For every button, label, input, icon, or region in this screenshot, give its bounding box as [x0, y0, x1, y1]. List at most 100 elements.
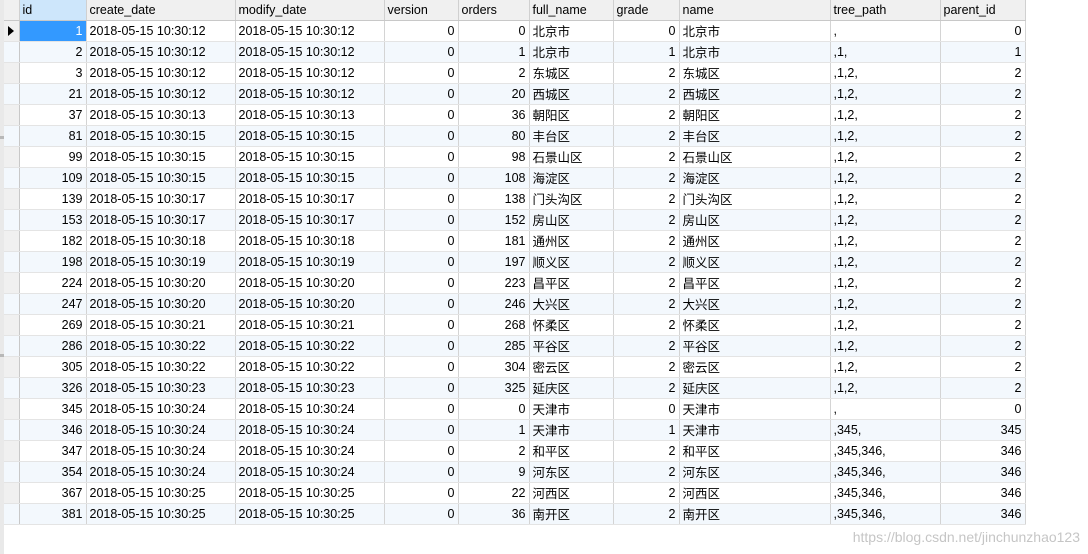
cell-full-name[interactable]: 门头沟区: [529, 188, 614, 210]
row-selector[interactable]: [4, 314, 20, 336]
cell-id[interactable]: 326: [19, 377, 87, 399]
cell-parent-id[interactable]: 2: [940, 314, 1026, 336]
cell-version[interactable]: 0: [384, 440, 459, 462]
cell-modify-date[interactable]: 2018-05-15 10:30:24: [235, 440, 385, 462]
table-row[interactable]: 326 2018-05-15 10:30:23 2018-05-15 10:30:2…: [4, 377, 1026, 399]
cell-create-date[interactable]: 2018-05-15 10:30:24: [86, 440, 236, 462]
cell-create-date[interactable]: 2018-05-15 10:30:23: [86, 377, 236, 399]
cell-id[interactable]: 139: [19, 188, 87, 210]
table-row[interactable]: 182 2018-05-15 10:30:18 2018-05-15 10:30:1…: [4, 230, 1026, 252]
cell-orders[interactable]: 9: [458, 461, 530, 483]
table-row[interactable]: 367 2018-05-15 10:30:25 2018-05-15 10:30:2…: [4, 482, 1026, 504]
cell-grade[interactable]: 2: [613, 83, 680, 105]
cell-version[interactable]: 0: [384, 356, 459, 378]
cell-tree-path[interactable]: ,1,2,: [830, 167, 941, 189]
cell-version[interactable]: 0: [384, 146, 459, 168]
cell-create-date[interactable]: 2018-05-15 10:30:20: [86, 293, 236, 315]
cell-orders[interactable]: 304: [458, 356, 530, 378]
cell-full-name[interactable]: 海淀区: [529, 167, 614, 189]
cell-parent-id[interactable]: 2: [940, 188, 1026, 210]
row-selector[interactable]: [4, 146, 20, 168]
cell-modify-date[interactable]: 2018-05-15 10:30:12: [235, 41, 385, 63]
cell-create-date[interactable]: 2018-05-15 10:30:12: [86, 83, 236, 105]
cell-grade[interactable]: 0: [613, 20, 680, 42]
column-header-orders[interactable]: orders: [458, 0, 530, 21]
cell-id[interactable]: 198: [19, 251, 87, 273]
cell-grade[interactable]: 2: [613, 272, 680, 294]
cell-name[interactable]: 河西区: [679, 482, 831, 504]
cell-version[interactable]: 0: [384, 461, 459, 483]
cell-parent-id[interactable]: 2: [940, 125, 1026, 147]
cell-grade[interactable]: 2: [613, 209, 680, 231]
cell-id[interactable]: 381: [19, 503, 87, 525]
cell-name[interactable]: 石景山区: [679, 146, 831, 168]
cell-name[interactable]: 昌平区: [679, 272, 831, 294]
cell-modify-date[interactable]: 2018-05-15 10:30:15: [235, 125, 385, 147]
cell-create-date[interactable]: 2018-05-15 10:30:12: [86, 20, 236, 42]
cell-create-date[interactable]: 2018-05-15 10:30:15: [86, 167, 236, 189]
cell-modify-date[interactable]: 2018-05-15 10:30:24: [235, 398, 385, 420]
table-row[interactable]: 346 2018-05-15 10:30:24 2018-05-15 10:30:2…: [4, 419, 1026, 441]
cell-tree-path[interactable]: ,1,2,: [830, 356, 941, 378]
cell-create-date[interactable]: 2018-05-15 10:30:18: [86, 230, 236, 252]
cell-id[interactable]: 37: [19, 104, 87, 126]
cell-tree-path[interactable]: ,1,2,: [830, 251, 941, 273]
cell-orders[interactable]: 325: [458, 377, 530, 399]
cell-parent-id[interactable]: 345: [940, 419, 1026, 441]
cell-modify-date[interactable]: 2018-05-15 10:30:12: [235, 83, 385, 105]
cell-version[interactable]: 0: [384, 503, 459, 525]
column-header-create-date[interactable]: create_date: [86, 0, 236, 21]
cell-name[interactable]: 南开区: [679, 503, 831, 525]
cell-version[interactable]: 0: [384, 272, 459, 294]
cell-full-name[interactable]: 北京市: [529, 41, 614, 63]
cell-modify-date[interactable]: 2018-05-15 10:30:22: [235, 356, 385, 378]
row-selector[interactable]: [4, 167, 20, 189]
cell-create-date[interactable]: 2018-05-15 10:30:22: [86, 335, 236, 357]
cell-version[interactable]: 0: [384, 167, 459, 189]
cell-full-name[interactable]: 南开区: [529, 503, 614, 525]
row-selector[interactable]: [4, 62, 20, 84]
cell-modify-date[interactable]: 2018-05-15 10:30:24: [235, 461, 385, 483]
cell-full-name[interactable]: 房山区: [529, 209, 614, 231]
cell-create-date[interactable]: 2018-05-15 10:30:17: [86, 209, 236, 231]
column-header-id[interactable]: id: [19, 0, 87, 21]
cell-parent-id[interactable]: 2: [940, 83, 1026, 105]
cell-grade[interactable]: 2: [613, 104, 680, 126]
cell-parent-id[interactable]: 346: [940, 503, 1026, 525]
cell-full-name[interactable]: 天津市: [529, 419, 614, 441]
cell-parent-id[interactable]: 2: [940, 146, 1026, 168]
cell-name[interactable]: 朝阳区: [679, 104, 831, 126]
cell-tree-path[interactable]: ,345,346,: [830, 440, 941, 462]
cell-tree-path[interactable]: ,1,2,: [830, 335, 941, 357]
cell-id[interactable]: 269: [19, 314, 87, 336]
cell-version[interactable]: 0: [384, 314, 459, 336]
cell-name[interactable]: 海淀区: [679, 167, 831, 189]
cell-grade[interactable]: 2: [613, 314, 680, 336]
cell-grade[interactable]: 2: [613, 356, 680, 378]
cell-version[interactable]: 0: [384, 125, 459, 147]
table-row[interactable]: 99 2018-05-15 10:30:15 2018-05-15 10:30:15…: [4, 146, 1026, 168]
cell-name[interactable]: 北京市: [679, 20, 831, 42]
cell-version[interactable]: 0: [384, 188, 459, 210]
cell-full-name[interactable]: 昌平区: [529, 272, 614, 294]
table-row[interactable]: 21 2018-05-15 10:30:12 2018-05-15 10:30:12…: [4, 83, 1026, 105]
table-row[interactable]: 381 2018-05-15 10:30:25 2018-05-15 10:30:2…: [4, 503, 1026, 525]
cell-create-date[interactable]: 2018-05-15 10:30:17: [86, 188, 236, 210]
cell-create-date[interactable]: 2018-05-15 10:30:15: [86, 125, 236, 147]
cell-name[interactable]: 天津市: [679, 398, 831, 420]
table-row[interactable]: 198 2018-05-15 10:30:19 2018-05-15 10:30:1…: [4, 251, 1026, 273]
cell-parent-id[interactable]: 1: [940, 41, 1026, 63]
row-selector[interactable]: [4, 503, 20, 525]
cell-parent-id[interactable]: 2: [940, 62, 1026, 84]
cell-modify-date[interactable]: 2018-05-15 10:30:12: [235, 62, 385, 84]
cell-id[interactable]: 354: [19, 461, 87, 483]
cell-id[interactable]: 367: [19, 482, 87, 504]
cell-modify-date[interactable]: 2018-05-15 10:30:12: [235, 20, 385, 42]
cell-full-name[interactable]: 平谷区: [529, 335, 614, 357]
cell-tree-path[interactable]: ,1,2,: [830, 314, 941, 336]
row-selector[interactable]: [4, 41, 20, 63]
cell-create-date[interactable]: 2018-05-15 10:30:12: [86, 62, 236, 84]
column-header-grade[interactable]: grade: [613, 0, 680, 21]
cell-create-date[interactable]: 2018-05-15 10:30:24: [86, 398, 236, 420]
cell-orders[interactable]: 20: [458, 83, 530, 105]
